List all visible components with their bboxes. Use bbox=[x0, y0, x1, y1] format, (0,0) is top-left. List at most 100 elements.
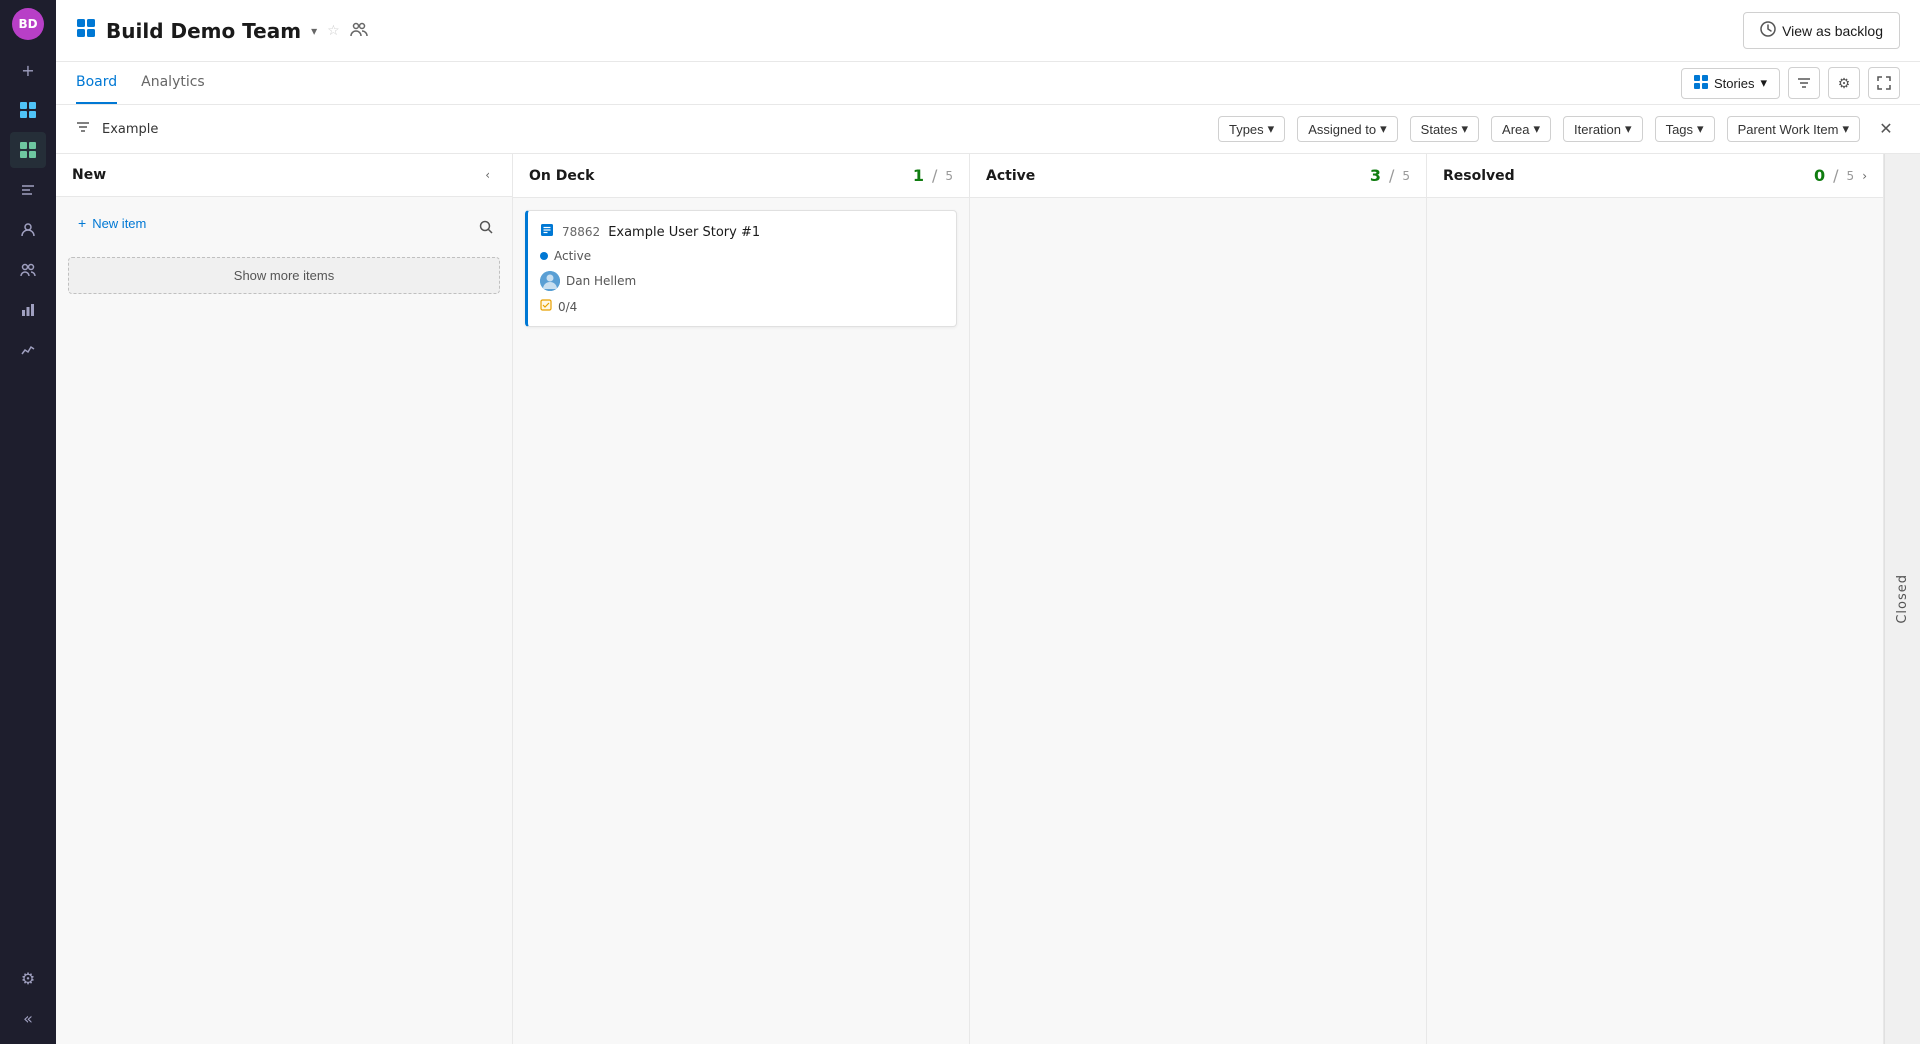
new-item-label: New item bbox=[92, 216, 146, 231]
column-new-title: New bbox=[72, 167, 471, 183]
types-chevron-icon: ▾ bbox=[1268, 121, 1275, 137]
task-checklist-icon bbox=[540, 299, 552, 314]
favorite-star[interactable]: ☆ bbox=[327, 23, 340, 39]
on-deck-count-total: 5 bbox=[945, 169, 953, 183]
on-deck-count-current: 1 bbox=[913, 166, 924, 185]
column-closed[interactable]: Closed bbox=[1884, 154, 1920, 1044]
nav-analytics[interactable] bbox=[10, 332, 46, 368]
filter-lines-button[interactable] bbox=[1788, 67, 1820, 99]
column-resolved: Resolved 0 / 5 › bbox=[1427, 154, 1884, 1044]
left-nav: BD + bbox=[0, 0, 56, 1044]
tabs-bar: Board Analytics Stories ▾ bbox=[56, 62, 1920, 105]
nav-reports[interactable] bbox=[10, 292, 46, 328]
board-area: New ‹ + New item Show more i bbox=[56, 154, 1920, 1044]
main-area: Build Demo Team ▾ ☆ View as backlog bbox=[56, 0, 1920, 1044]
filter-lines-icon bbox=[76, 120, 90, 138]
top-bar-right: View as backlog bbox=[1743, 12, 1900, 49]
parent-work-item-filter-button[interactable]: Parent Work Item ▾ bbox=[1727, 116, 1860, 142]
work-item-card-78862[interactable]: 78862 Example User Story #1 Active bbox=[525, 210, 957, 327]
nav-settings[interactable]: ⚙ bbox=[10, 960, 46, 996]
card-id: 78862 bbox=[562, 225, 600, 239]
column-active: Active 3 / 5 bbox=[970, 154, 1427, 1044]
new-item-row: + New item bbox=[68, 209, 500, 245]
parent-work-item-chevron-icon: ▾ bbox=[1842, 121, 1849, 137]
column-resolved-body bbox=[1427, 198, 1883, 1044]
nav-board-active[interactable] bbox=[10, 92, 46, 128]
column-resolved-title: Resolved bbox=[1443, 168, 1806, 184]
card-assignee: Dan Hellem bbox=[540, 271, 944, 291]
area-chevron-icon: ▾ bbox=[1534, 121, 1541, 137]
tags-chevron-icon: ▾ bbox=[1697, 121, 1704, 137]
stories-chevron-icon: ▾ bbox=[1760, 75, 1767, 91]
tab-analytics[interactable]: Analytics bbox=[141, 62, 205, 104]
view-backlog-icon bbox=[1760, 21, 1776, 40]
assigned-to-filter-button[interactable]: Assigned to ▾ bbox=[1297, 116, 1397, 142]
column-new: New ‹ + New item Show more i bbox=[56, 154, 513, 1044]
filter-bar: Example Types ▾ Assigned to ▾ States ▾ A… bbox=[56, 105, 1920, 154]
resolved-count-slash: / bbox=[1833, 166, 1838, 185]
new-item-button[interactable]: + New item bbox=[68, 209, 156, 237]
show-more-items-button[interactable]: Show more items bbox=[68, 257, 500, 294]
column-new-collapse[interactable]: ‹ bbox=[479, 166, 496, 184]
column-on-deck-header: On Deck 1 / 5 bbox=[513, 154, 969, 198]
nav-add[interactable]: + bbox=[10, 52, 46, 88]
nav-team[interactable] bbox=[10, 212, 46, 248]
view-backlog-label: View as backlog bbox=[1782, 23, 1883, 39]
top-bar: Build Demo Team ▾ ☆ View as backlog bbox=[56, 0, 1920, 62]
resolved-count-total: 5 bbox=[1847, 169, 1855, 183]
column-active-title: Active bbox=[986, 168, 1362, 184]
column-active-body bbox=[970, 198, 1426, 1044]
new-item-plus-icon: + bbox=[78, 215, 86, 231]
column-on-deck: On Deck 1 / 5 bbox=[513, 154, 970, 1044]
column-active-header: Active 3 / 5 bbox=[970, 154, 1426, 198]
resolved-count-current: 0 bbox=[1814, 166, 1825, 185]
tags-filter-button[interactable]: Tags ▾ bbox=[1655, 116, 1715, 142]
on-deck-count-slash: / bbox=[932, 166, 937, 185]
card-header: 78862 Example User Story #1 bbox=[540, 223, 944, 241]
tasks-count: 0/4 bbox=[558, 300, 577, 314]
active-count-current: 3 bbox=[1370, 166, 1381, 185]
active-count-total: 5 bbox=[1402, 169, 1410, 183]
assigned-to-chevron-icon: ▾ bbox=[1380, 121, 1387, 137]
close-filter-button[interactable]: ✕ bbox=[1872, 115, 1900, 143]
card-tasks: 0/4 bbox=[540, 299, 944, 314]
states-filter-button[interactable]: States ▾ bbox=[1410, 116, 1479, 142]
nav-sprint[interactable] bbox=[10, 172, 46, 208]
status-label: Active bbox=[554, 249, 591, 263]
card-title: Example User Story #1 bbox=[608, 225, 760, 240]
nav-collapse[interactable]: « bbox=[10, 1000, 46, 1036]
filter-name-label: Example bbox=[102, 122, 158, 137]
closed-label: Closed bbox=[1895, 574, 1910, 624]
search-items-button[interactable] bbox=[472, 213, 500, 241]
iteration-filter-button[interactable]: Iteration ▾ bbox=[1563, 116, 1643, 142]
column-on-deck-title: On Deck bbox=[529, 168, 905, 184]
stories-label: Stories bbox=[1714, 76, 1754, 91]
types-filter-button[interactable]: Types ▾ bbox=[1218, 116, 1285, 142]
title-chevron[interactable]: ▾ bbox=[311, 24, 317, 38]
assignee-avatar bbox=[540, 271, 560, 291]
stories-button[interactable]: Stories ▾ bbox=[1681, 68, 1780, 99]
settings-button[interactable]: ⚙ bbox=[1828, 67, 1860, 99]
expand-right-icon[interactable]: › bbox=[1862, 169, 1867, 183]
column-new-header: New ‹ bbox=[56, 154, 512, 197]
nav-members[interactable] bbox=[10, 252, 46, 288]
board-icon bbox=[76, 18, 96, 43]
tab-board[interactable]: Board bbox=[76, 62, 117, 104]
page-title: Build Demo Team bbox=[106, 19, 301, 43]
stories-grid-icon bbox=[1694, 75, 1708, 92]
active-count-slash: / bbox=[1389, 166, 1394, 185]
team-members-icon[interactable] bbox=[350, 20, 368, 42]
view-as-backlog-button[interactable]: View as backlog bbox=[1743, 12, 1900, 49]
expand-button[interactable] bbox=[1868, 67, 1900, 99]
states-chevron-icon: ▾ bbox=[1462, 121, 1469, 137]
iteration-chevron-icon: ▾ bbox=[1625, 121, 1632, 137]
column-resolved-header: Resolved 0 / 5 › bbox=[1427, 154, 1883, 198]
user-avatar[interactable]: BD bbox=[12, 8, 44, 40]
card-status: Active bbox=[540, 249, 944, 263]
card-type-icon bbox=[540, 223, 554, 241]
column-new-body: + New item Show more items bbox=[56, 197, 512, 1044]
column-on-deck-body: 78862 Example User Story #1 Active bbox=[513, 198, 969, 1044]
area-filter-button[interactable]: Area ▾ bbox=[1491, 116, 1551, 142]
assignee-name: Dan Hellem bbox=[566, 274, 636, 288]
nav-board-green[interactable] bbox=[10, 132, 46, 168]
